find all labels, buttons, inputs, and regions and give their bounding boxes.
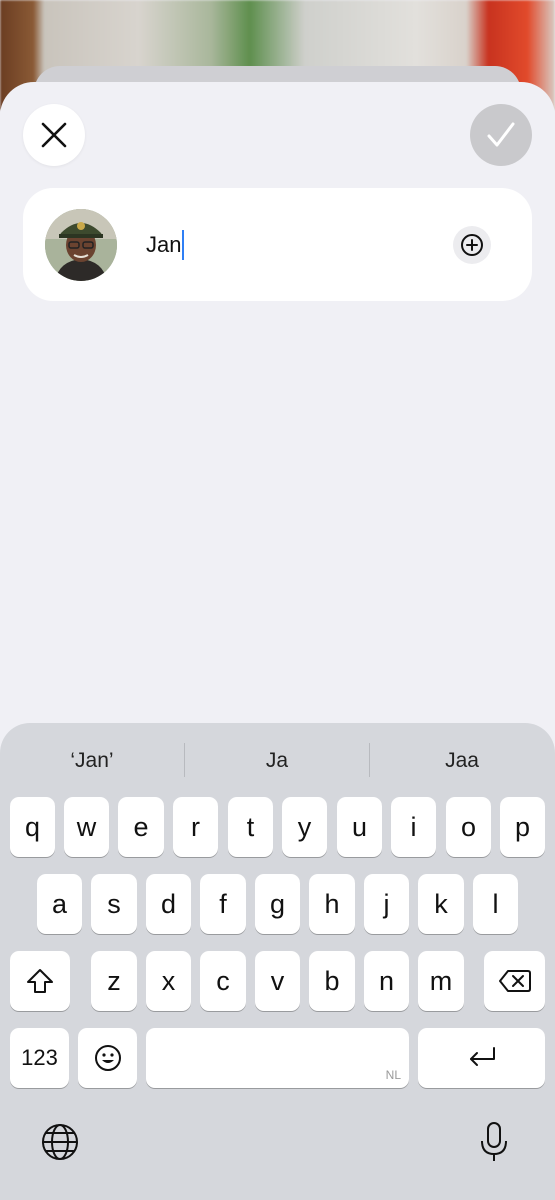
avatar[interactable] bbox=[45, 209, 117, 281]
key-u[interactable]: u bbox=[337, 797, 382, 857]
suggestion-3[interactable]: Jaa bbox=[370, 749, 554, 773]
close-icon bbox=[41, 122, 67, 148]
key-p[interactable]: p bbox=[500, 797, 545, 857]
key-f[interactable]: f bbox=[200, 874, 246, 934]
key-g[interactable]: g bbox=[255, 874, 300, 934]
name-input-value: Jan bbox=[146, 232, 182, 257]
suggestion-2[interactable]: Ja bbox=[185, 749, 369, 773]
key-x[interactable]: x bbox=[146, 951, 191, 1011]
name-input[interactable]: Jan bbox=[146, 228, 185, 262]
key-r[interactable]: r bbox=[173, 797, 218, 857]
key-s[interactable]: s bbox=[91, 874, 137, 934]
space-language-label: NL bbox=[385, 1068, 401, 1082]
key-a[interactable]: a bbox=[37, 874, 82, 934]
globe-button[interactable] bbox=[38, 1120, 82, 1164]
delete-key[interactable] bbox=[484, 951, 545, 1011]
shift-key[interactable] bbox=[10, 951, 70, 1011]
key-q[interactable]: q bbox=[10, 797, 55, 857]
delete-icon bbox=[498, 970, 531, 992]
numbers-key[interactable]: 123 bbox=[10, 1028, 69, 1088]
return-key[interactable] bbox=[418, 1028, 545, 1088]
return-icon bbox=[469, 1047, 495, 1066]
close-button[interactable] bbox=[23, 104, 85, 166]
key-v[interactable]: v bbox=[255, 951, 300, 1011]
key-b[interactable]: b bbox=[309, 951, 355, 1011]
key-j[interactable]: j bbox=[364, 874, 409, 934]
checkmark-icon bbox=[487, 122, 515, 147]
space-key[interactable]: NL bbox=[146, 1028, 409, 1088]
suggestion-1[interactable]: ‘Jan’ bbox=[0, 749, 184, 773]
shift-icon bbox=[27, 969, 53, 993]
microphone-icon bbox=[481, 1122, 507, 1161]
contact-name-card: Jan bbox=[23, 188, 532, 301]
key-t[interactable]: t bbox=[228, 797, 273, 857]
key-m[interactable]: m bbox=[418, 951, 464, 1011]
text-cursor bbox=[182, 230, 185, 260]
key-n[interactable]: n bbox=[364, 951, 409, 1011]
emoji-key[interactable] bbox=[78, 1028, 137, 1088]
emoji-icon bbox=[94, 1045, 121, 1071]
key-o[interactable]: o bbox=[446, 797, 491, 857]
key-k[interactable]: k bbox=[418, 874, 464, 934]
key-h[interactable]: h bbox=[309, 874, 355, 934]
key-w[interactable]: w bbox=[64, 797, 109, 857]
key-i[interactable]: i bbox=[391, 797, 436, 857]
dictation-button[interactable] bbox=[474, 1120, 514, 1164]
done-button[interactable] bbox=[470, 104, 532, 166]
key-d[interactable]: d bbox=[146, 874, 191, 934]
key-z[interactable]: z bbox=[91, 951, 137, 1011]
key-c[interactable]: c bbox=[200, 951, 246, 1011]
key-l[interactable]: l bbox=[473, 874, 518, 934]
globe-icon bbox=[42, 1124, 78, 1160]
key-e[interactable]: e bbox=[118, 797, 164, 857]
person-photo-icon bbox=[45, 209, 117, 281]
key-y[interactable]: y bbox=[282, 797, 327, 857]
plus-circle-icon bbox=[461, 234, 483, 256]
keyboard: ‘Jan’ Ja Jaa q w e r t y u i o p a s d f… bbox=[0, 723, 555, 1200]
add-field-button[interactable] bbox=[453, 226, 491, 264]
